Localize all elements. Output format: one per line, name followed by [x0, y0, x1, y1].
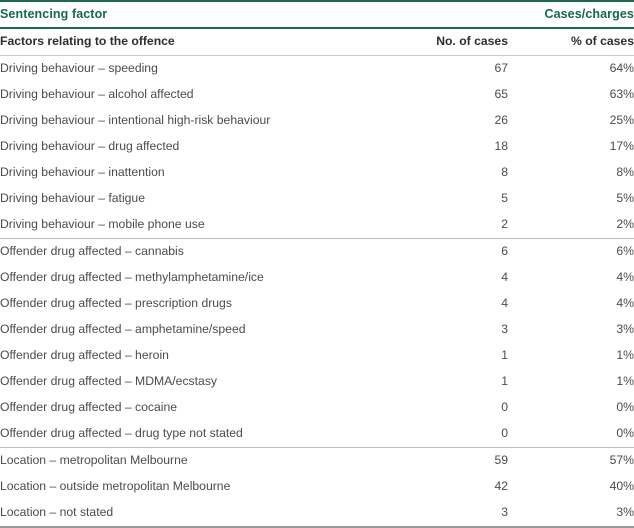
table-row: Location – metropolitan Melbourne 59 57% [0, 447, 634, 474]
cell-sentencing-factor: Driving behaviour – inattention [0, 160, 410, 186]
cell-pct-of-cases: 17% [508, 134, 634, 160]
cell-pct-of-cases: 0% [508, 421, 634, 448]
column-header-cases-charges: Cases/charges [410, 0, 634, 29]
cell-sentencing-factor: Driving behaviour – speeding [0, 55, 410, 82]
cell-sentencing-factor: Offender drug affected – cocaine [0, 395, 410, 421]
table-row: Driving behaviour – inattention 8 8% [0, 160, 634, 186]
cell-sentencing-factor: Offender drug affected – drug type not s… [0, 421, 410, 448]
cell-pct-of-cases: 4% [508, 265, 634, 291]
cell-no-of-cases: 67 [410, 55, 508, 82]
cell-pct-of-cases: 8% [508, 160, 634, 186]
cell-sentencing-factor: Location – outside metropolitan Melbourn… [0, 474, 410, 500]
table-row: Offender drug affected – MDMA/ecstasy 1 1% [0, 369, 634, 395]
cell-no-of-cases: 1 [410, 369, 508, 395]
table-row: Offender drug affected – cannabis 6 6% [0, 238, 634, 265]
table-header-row-primary: Sentencing factor Cases/charges [0, 0, 634, 29]
cell-no-of-cases: 5 [410, 186, 508, 212]
cell-sentencing-factor: Offender drug affected – prescription dr… [0, 291, 410, 317]
cell-no-of-cases: 42 [410, 474, 508, 500]
cell-sentencing-factor: Offender drug affected – cannabis [0, 238, 410, 265]
cell-sentencing-factor: Driving behaviour – alcohol affected [0, 82, 410, 108]
cell-pct-of-cases: 4% [508, 291, 634, 317]
table-row: Driving behaviour – speeding 67 64% [0, 55, 634, 82]
cell-pct-of-cases: 3% [508, 317, 634, 343]
table-row: Driving behaviour – drug affected 18 17% [0, 134, 634, 160]
column-header-sentencing-factor: Sentencing factor [0, 0, 410, 29]
cell-no-of-cases: 59 [410, 447, 508, 474]
table-header-row-secondary: Factors relating to the offence No. of c… [0, 28, 634, 56]
table-row: Location – outside metropolitan Melbourn… [0, 474, 634, 500]
cell-no-of-cases: 4 [410, 291, 508, 317]
sentencing-factor-table-container: Sentencing factor Cases/charges Factors … [0, 0, 634, 528]
cell-sentencing-factor: Driving behaviour – drug affected [0, 134, 410, 160]
cell-no-of-cases: 3 [410, 500, 508, 528]
cell-pct-of-cases: 1% [508, 369, 634, 395]
cell-no-of-cases: 6 [410, 238, 508, 265]
cell-pct-of-cases: 63% [508, 82, 634, 108]
column-header-factors-relating-to-the-offence: Factors relating to the offence [0, 28, 410, 56]
cell-pct-of-cases: 40% [508, 474, 634, 500]
cell-no-of-cases: 18 [410, 134, 508, 160]
cell-pct-of-cases: 25% [508, 108, 634, 134]
table-row: Offender drug affected – methylamphetami… [0, 265, 634, 291]
cell-sentencing-factor: Location – not stated [0, 500, 410, 528]
cell-pct-of-cases: 64% [508, 55, 634, 82]
cell-pct-of-cases: 57% [508, 447, 634, 474]
cell-sentencing-factor: Driving behaviour – mobile phone use [0, 212, 410, 239]
cell-sentencing-factor: Driving behaviour – intentional high-ris… [0, 108, 410, 134]
cell-pct-of-cases: 0% [508, 395, 634, 421]
table-row: Driving behaviour – alcohol affected 65 63… [0, 82, 634, 108]
table-row: Driving behaviour – fatigue 5 5% [0, 186, 634, 212]
column-header-pct-of-cases: % of cases [508, 28, 634, 56]
cell-no-of-cases: 8 [410, 160, 508, 186]
cell-sentencing-factor: Offender drug affected – methylamphetami… [0, 265, 410, 291]
table-row: Offender drug affected – heroin 1 1% [0, 343, 634, 369]
cell-no-of-cases: 26 [410, 108, 508, 134]
cell-sentencing-factor: Offender drug affected – MDMA/ecstasy [0, 369, 410, 395]
table-row: Offender drug affected – drug type not s… [0, 421, 634, 448]
sentencing-factor-table: Sentencing factor Cases/charges Factors … [0, 0, 634, 528]
table-row: Driving behaviour – mobile phone use 2 2% [0, 212, 634, 239]
cell-pct-of-cases: 1% [508, 343, 634, 369]
table-row: Driving behaviour – intentional high-ris… [0, 108, 634, 134]
cell-no-of-cases: 0 [410, 395, 508, 421]
cell-no-of-cases: 4 [410, 265, 508, 291]
cell-sentencing-factor: Offender drug affected – amphetamine/spe… [0, 317, 410, 343]
table-row: Offender drug affected – prescription dr… [0, 291, 634, 317]
column-header-no-of-cases: No. of cases [410, 28, 508, 56]
cell-pct-of-cases: 2% [508, 212, 634, 239]
cell-pct-of-cases: 6% [508, 238, 634, 265]
table-body: Driving behaviour – speeding 67 64% Driving… [0, 55, 634, 528]
table-head: Sentencing factor Cases/charges Factors … [0, 0, 634, 56]
cell-sentencing-factor: Driving behaviour – fatigue [0, 186, 410, 212]
cell-sentencing-factor: Offender drug affected – heroin [0, 343, 410, 369]
cell-no-of-cases: 2 [410, 212, 508, 239]
cell-no-of-cases: 0 [410, 421, 508, 448]
table-row: Offender drug affected – cocaine 0 0% [0, 395, 634, 421]
cell-no-of-cases: 3 [410, 317, 508, 343]
cell-pct-of-cases: 3% [508, 500, 634, 528]
table-row: Offender drug affected – amphetamine/spe… [0, 317, 634, 343]
cell-no-of-cases: 1 [410, 343, 508, 369]
cell-pct-of-cases: 5% [508, 186, 634, 212]
table-row: Location – not stated 3 3% [0, 500, 634, 528]
cell-sentencing-factor: Location – metropolitan Melbourne [0, 447, 410, 474]
cell-no-of-cases: 65 [410, 82, 508, 108]
